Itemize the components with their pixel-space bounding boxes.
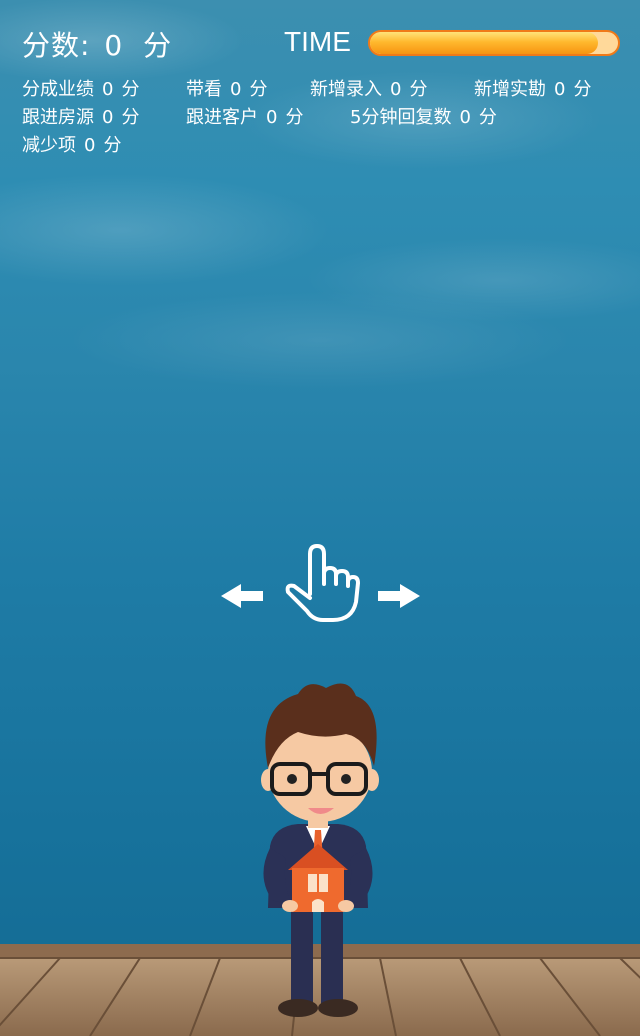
score-unit: 分 bbox=[143, 29, 173, 62]
score-value: 0 bbox=[104, 29, 124, 62]
stat-unit: 分 bbox=[409, 79, 428, 100]
stat-value: 0 bbox=[266, 107, 278, 128]
time-label: TIME bbox=[284, 26, 351, 57]
stat-value: 0 bbox=[84, 135, 96, 156]
stat-unit: 分 bbox=[285, 107, 304, 128]
stat-unit: 分 bbox=[103, 135, 122, 156]
stat-new-entry: 新增录入 0 分 bbox=[310, 76, 474, 104]
stats-row: 减少项 0 分 bbox=[22, 132, 632, 160]
stat-label: 5分钟回复数 bbox=[350, 107, 452, 128]
time-progress-fill bbox=[370, 32, 599, 54]
stat-value: 0 bbox=[554, 79, 566, 100]
stat-unit: 分 bbox=[121, 79, 140, 100]
stat-label: 新增实勘 bbox=[474, 79, 546, 100]
stat-follow-clients: 跟进客户 0 分 bbox=[186, 104, 350, 132]
stat-follow-listings: 跟进房源 0 分 bbox=[22, 104, 186, 132]
stat-deductions: 减少项 0 分 bbox=[22, 132, 121, 160]
stats-row: 跟进房源 0 分 跟进客户 0 分 5分钟回复数 0 分 bbox=[22, 104, 632, 132]
stat-unit: 分 bbox=[573, 79, 592, 100]
stat-unit: 分 bbox=[478, 107, 497, 128]
score-label: 分数: bbox=[22, 29, 91, 62]
stat-label: 带看 bbox=[186, 79, 222, 100]
stat-label: 减少项 bbox=[22, 135, 76, 156]
arrow-left-icon[interactable] bbox=[221, 584, 263, 608]
stat-label: 跟进房源 bbox=[22, 107, 94, 128]
stat-label: 分成业绩 bbox=[22, 79, 94, 100]
stats-panel: 分成业绩 0 分 带看 0 分 新增录入 0 分 新增实勘 0 分 跟进房源 0 分 跟进客户 0 分 … bbox=[22, 76, 632, 160]
stat-value: 0 bbox=[230, 79, 242, 100]
stat-five-minute-replies: 5分钟回复数 0 分 bbox=[350, 104, 497, 132]
stat-unit: 分 bbox=[249, 79, 268, 100]
stat-new-survey: 新增实勘 0 分 bbox=[474, 76, 624, 104]
stat-label: 新增录入 bbox=[310, 79, 382, 100]
stat-viewing: 带看 0 分 bbox=[186, 76, 310, 104]
player-character[interactable] bbox=[248, 676, 388, 1021]
stat-value: 0 bbox=[102, 79, 114, 100]
stat-value: 0 bbox=[102, 107, 114, 128]
swipe-hint bbox=[218, 540, 424, 630]
stat-value: 0 bbox=[459, 107, 471, 128]
stat-value: 0 bbox=[390, 79, 402, 100]
score-display: 分数: 0 分 bbox=[22, 24, 172, 64]
stat-commission-performance: 分成业绩 0 分 bbox=[22, 76, 186, 104]
pointing-hand-icon bbox=[285, 544, 360, 622]
time-progress-bar bbox=[368, 30, 620, 56]
stat-unit: 分 bbox=[121, 107, 140, 128]
stat-label: 跟进客户 bbox=[186, 107, 258, 128]
arrow-right-icon[interactable] bbox=[378, 584, 420, 608]
stats-row: 分成业绩 0 分 带看 0 分 新增录入 0 分 新增实勘 0 分 bbox=[22, 76, 632, 104]
